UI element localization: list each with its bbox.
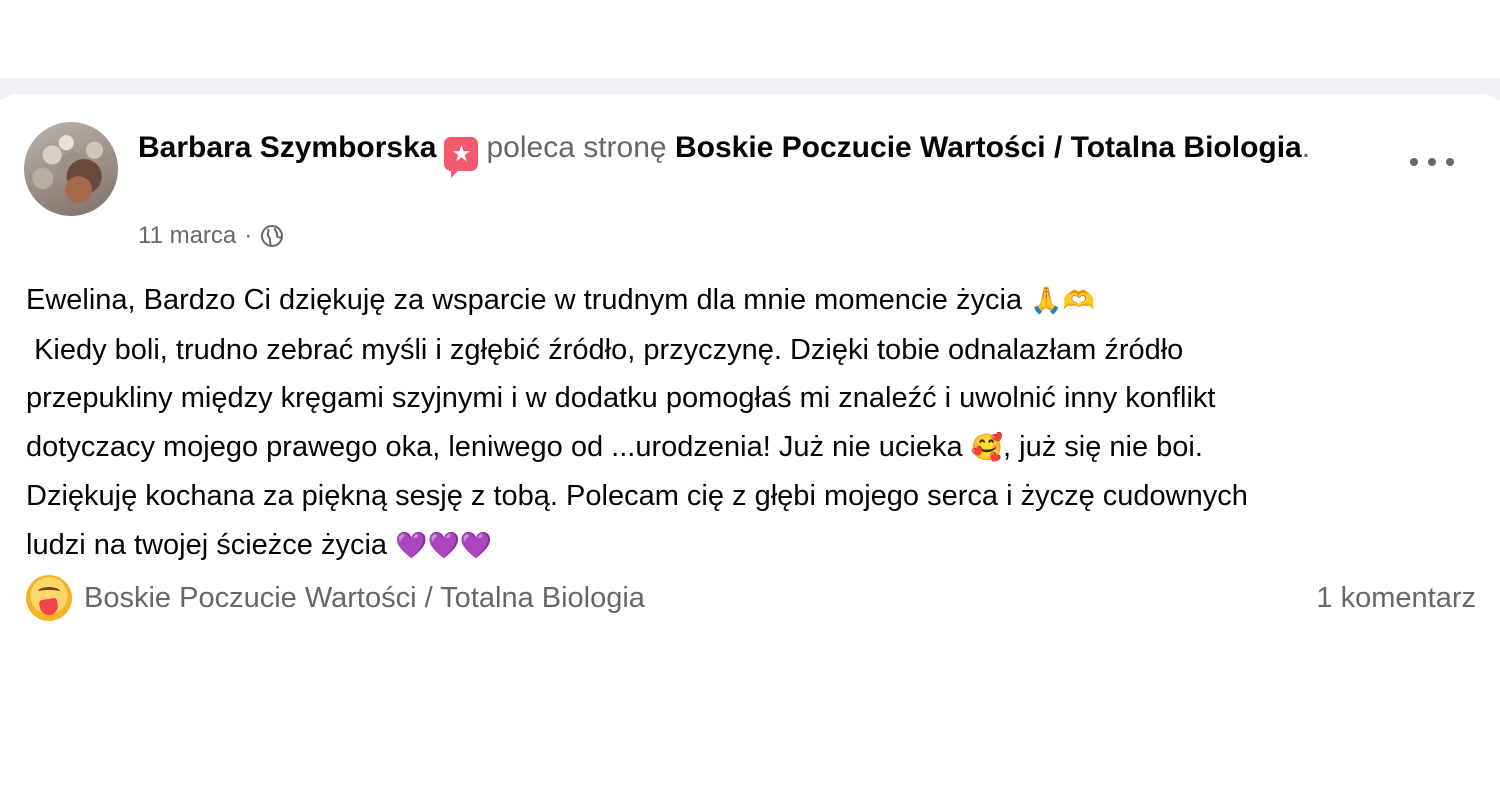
body-line-5: Dziękuję kochana za piękną sesję z tobą.… — [26, 480, 1248, 512]
body-line-2: Kiedy boli, trudno zebrać myśli i zgłębi… — [26, 333, 1184, 366]
post-footer: Boskie Poczucie Wartości / Totalna Biolo… — [26, 574, 1476, 622]
comments-count[interactable]: 1 komentarz — [1316, 582, 1476, 615]
care-reaction-icon[interactable] — [26, 575, 72, 621]
post-header: Barbara Szymborska ★ poleca stronę Boskie … — [138, 124, 1318, 178]
body-line-4a: dotyczacy mojego prawego oka, leniwego o… — [26, 430, 971, 463]
header-period: . — [1301, 131, 1311, 164]
smiling-hearts-emoji: 🥰 — [970, 432, 1004, 463]
reaction-page-name[interactable]: Boskie Poczucie Wartości / Totalna Biolo… — [84, 582, 645, 615]
author-name[interactable]: Barbara Szymborska — [138, 131, 436, 164]
more-dot — [1428, 158, 1436, 166]
recommend-badge-icon: ★ — [444, 137, 479, 178]
more-dot — [1446, 158, 1454, 166]
author-avatar[interactable] — [24, 122, 118, 216]
post-meta: 11 marca · — [138, 222, 284, 250]
purple-hearts-emoji: 💜💜💜 — [395, 530, 493, 561]
body-line-4b: , już się nie boi. — [1003, 430, 1203, 463]
body-line-6: ludzi na twojej ścieżce życia — [26, 528, 396, 561]
post-card: Barbara Szymborska ★ poleca stronę Boskie … — [0, 94, 1500, 654]
meta-separator: · — [244, 222, 253, 249]
recommended-page-link[interactable]: Boskie Poczucie Wartości / Totalna Biolo… — [675, 131, 1302, 164]
body-line-1: Ewelina, Bardzo Ci dziękuję za wsparcie … — [26, 284, 1031, 316]
globe-icon[interactable] — [260, 224, 284, 248]
pray-emoji: 🙏 — [1030, 286, 1063, 316]
more-dot — [1410, 158, 1418, 166]
post-date[interactable]: 11 marca — [138, 222, 236, 250]
post-body: Ewelina, Bardzo Ci dziękuję za wsparcie … — [26, 276, 1476, 570]
more-options-icon[interactable] — [1410, 149, 1454, 175]
body-line-3: przepukliny między kręgami szyjnymi i w … — [26, 382, 1216, 414]
heart-hands-emoji: 🫶 — [1062, 286, 1095, 316]
action-text: poleca stronę — [486, 131, 667, 164]
